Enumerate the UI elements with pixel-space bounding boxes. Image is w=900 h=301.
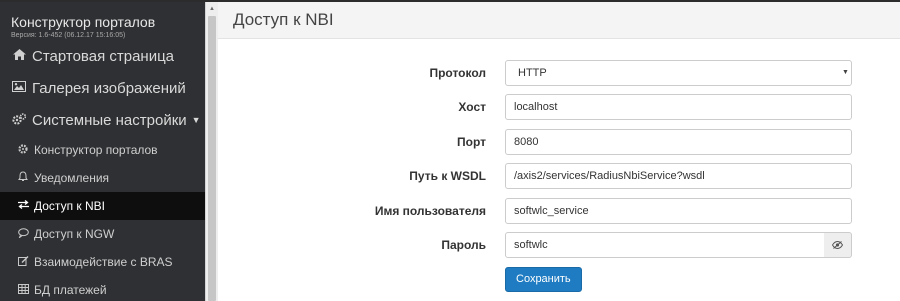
sidebar-item-portal-constructor[interactable]: Конструктор порталов — [0, 136, 205, 164]
sidebar-item-bras-interaction[interactable]: Взаимодействие с BRAS — [0, 248, 205, 276]
sidebar-item-ngw-access[interactable]: Доступ к NGW — [0, 220, 205, 248]
save-button[interactable]: Сохранить — [505, 267, 582, 292]
sidebar-item-payments-db[interactable]: БД платежей — [0, 276, 205, 301]
sidebar-item-label: Взаимодействие с BRAS — [34, 255, 173, 269]
sidebar-item-label: Доступ к NGW — [34, 227, 115, 241]
page-header: Доступ к NBI — [218, 2, 900, 39]
protocol-select[interactable]: HTTP — [505, 60, 852, 86]
username-input[interactable] — [505, 198, 852, 224]
sidebar-item-system-settings[interactable]: Системные настройки ▼ — [0, 104, 205, 136]
image-icon — [12, 81, 26, 95]
eye-slash-icon — [831, 236, 844, 254]
host-input[interactable] — [505, 94, 852, 120]
protocol-row: Протокол HTTP ▼ — [218, 60, 900, 86]
home-icon — [12, 49, 26, 63]
port-input[interactable] — [505, 129, 852, 155]
username-label: Имя пользователя — [374, 204, 486, 218]
sidebar-item-image-gallery[interactable]: Галерея изображений — [0, 72, 205, 104]
main-content: Доступ к NBI Протокол HTTP ▼ Хост Порт П… — [218, 2, 900, 301]
sidebar-item-label: Галерея изображений — [32, 79, 186, 97]
wsdl-path-label: Путь к WSDL — [409, 169, 486, 183]
chevron-down-icon: ▼ — [842, 69, 849, 76]
sidebar-item-notifications[interactable]: Уведомления — [0, 164, 205, 192]
port-label: Порт — [456, 135, 486, 149]
exchange-icon — [17, 199, 29, 212]
sidebar-item-label: Стартовая страница — [32, 47, 175, 65]
sidebar-item-label: Доступ к NBI — [34, 199, 105, 213]
comment-icon — [17, 227, 29, 241]
sidebar-scrollbar[interactable]: ▲ — [205, 2, 218, 301]
cog-icon — [17, 143, 29, 157]
sidebar: Конструктор порталов Версия: 1.6-452 (06… — [0, 2, 205, 301]
caret-down-icon: ▼ — [191, 115, 201, 125]
protocol-label: Протокол — [429, 66, 486, 80]
wsdl-path-row: Путь к WSDL — [218, 163, 900, 189]
host-row: Хост — [218, 94, 900, 120]
host-label: Хост — [458, 100, 486, 114]
app-title: Конструктор порталов — [11, 14, 156, 30]
page-title: Доступ к NBI — [233, 10, 334, 29]
cogs-icon — [12, 112, 27, 128]
password-input[interactable] — [505, 232, 825, 258]
password-label: Пароль — [441, 238, 486, 252]
scrollbar-thumb[interactable] — [208, 16, 216, 301]
sidebar-item-label: БД платежей — [34, 283, 107, 297]
sidebar-item-start-page[interactable]: Стартовая страница — [0, 40, 205, 72]
username-row: Имя пользователя — [218, 198, 900, 224]
wsdl-path-input[interactable] — [505, 163, 852, 189]
sidebar-item-nbi-access[interactable]: Доступ к NBI — [0, 192, 205, 220]
table-icon — [17, 283, 29, 297]
brand: Конструктор порталов Версия: 1.6-452 (06… — [0, 2, 205, 40]
bell-icon — [17, 171, 29, 185]
scroll-up-arrow-icon[interactable]: ▲ — [206, 2, 218, 12]
protocol-value: HTTP — [518, 67, 547, 79]
port-row: Порт — [218, 129, 900, 155]
toggle-password-visibility-button[interactable] — [824, 232, 852, 258]
sidebar-item-label: Уведомления — [34, 171, 110, 185]
edit-icon — [17, 255, 29, 269]
sidebar-item-label: Системные настройки — [32, 111, 187, 129]
password-row: Пароль — [218, 232, 900, 258]
sidebar-item-label: Конструктор порталов — [34, 143, 158, 157]
